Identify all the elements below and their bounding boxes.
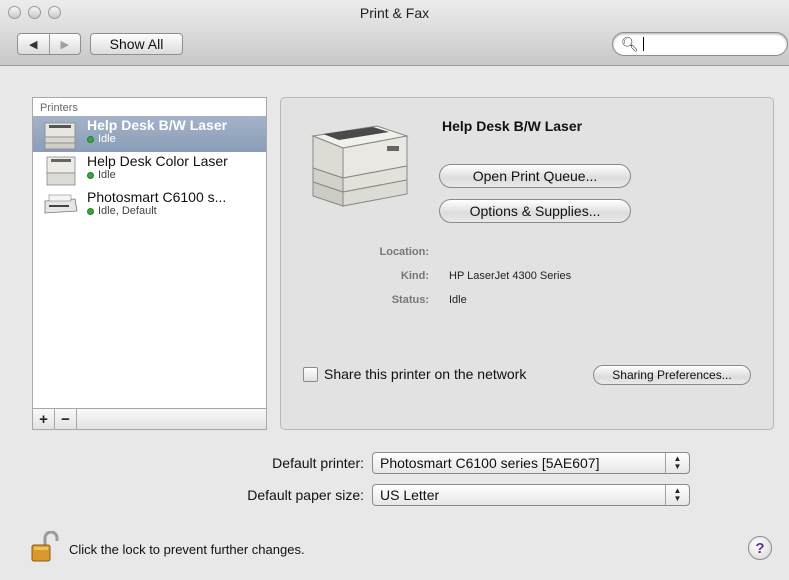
- printer-status-text: Idle: [98, 133, 116, 145]
- laser-printer-icon: [41, 117, 81, 151]
- printer-status: Idle, Default: [87, 205, 226, 218]
- status-dot-icon: [87, 172, 94, 179]
- printer-name: Photosmart C6100 s...: [87, 189, 227, 205]
- show-all-button[interactable]: Show All: [90, 33, 183, 55]
- printer-list-item[interactable]: Help Desk Color Laser Idle: [33, 152, 266, 188]
- default-printer-select[interactable]: Photosmart C6100 series [5AE607] ▲ ▼: [372, 452, 690, 474]
- kind-label: Kind:: [400, 270, 429, 282]
- popup-arrows-icon: ▲ ▼: [665, 453, 689, 473]
- search-icon: 🔍︎: [621, 35, 639, 52]
- inkjet-printer-icon: [41, 189, 81, 223]
- remove-printer-button[interactable]: −: [55, 409, 77, 429]
- printer-status-text: Idle, Default: [98, 205, 157, 217]
- back-button[interactable]: ◀: [18, 34, 50, 54]
- toolbar: Print & Fax ◀ ▶ Show All 🔍︎: [0, 0, 789, 66]
- status-dot-icon: [87, 208, 94, 215]
- open-print-queue-button[interactable]: Open Print Queue...: [439, 164, 631, 188]
- printer-status: Idle: [87, 169, 228, 182]
- default-paper-label: Default paper size:: [247, 487, 364, 503]
- default-printer-row: Default printer: Photosmart C6100 series…: [24, 452, 690, 474]
- printer-status: Idle: [87, 133, 227, 146]
- printer-list-toolbar: + −: [33, 408, 266, 429]
- selected-printer-name: Help Desk B/W Laser: [442, 118, 583, 134]
- printer-name: Help Desk Color Laser: [87, 153, 228, 169]
- share-printer-checkbox[interactable]: [303, 366, 318, 382]
- printer-detail-panel: Help Desk B/W Laser Open Print Queue... …: [280, 97, 774, 430]
- printer-list-header: Printers: [40, 102, 78, 114]
- printer-list-item[interactable]: Photosmart C6100 s... Idle, Default: [33, 188, 266, 224]
- printer-list-item[interactable]: Help Desk B/W Laser Idle: [33, 116, 266, 152]
- location-label: Location:: [379, 246, 430, 258]
- laser-printer-image: [303, 114, 415, 214]
- text-caret: [642, 37, 644, 51]
- default-paper-value: US Letter: [380, 487, 440, 503]
- status-label: Status:: [391, 294, 429, 306]
- search-field[interactable]: 🔍︎: [612, 32, 788, 56]
- lock-message: Click the lock to prevent further change…: [69, 542, 305, 557]
- lock-icon[interactable]: [30, 530, 60, 563]
- default-printer-value: Photosmart C6100 series [5AE607]: [380, 455, 600, 471]
- default-paper-row: Default paper size: US Letter ▲ ▼: [24, 484, 690, 506]
- laser-printer-icon: [41, 153, 81, 187]
- printer-status-text: Idle: [98, 169, 116, 181]
- printer-list[interactable]: Printers Help Desk B/W Laser Idle Help D…: [32, 97, 267, 430]
- status-dot-icon: [87, 136, 94, 143]
- printer-name: Help Desk B/W Laser: [87, 117, 228, 133]
- add-printer-button[interactable]: +: [33, 409, 55, 429]
- popup-arrows-icon: ▲ ▼: [665, 485, 689, 505]
- default-printer-label: Default printer:: [272, 455, 364, 471]
- print-fax-window: Print & Fax ◀ ▶ Show All 🔍︎ Printers Hel…: [0, 0, 789, 580]
- forward-button[interactable]: ▶: [50, 34, 81, 54]
- default-paper-select[interactable]: US Letter ▲ ▼: [372, 484, 690, 506]
- back-forward-control: ◀ ▶: [17, 33, 81, 55]
- window-title: Print & Fax: [359, 5, 430, 21]
- kind-value: HP LaserJet 4300 Series: [449, 270, 572, 282]
- help-button[interactable]: ?: [748, 536, 772, 560]
- status-value: Idle: [449, 294, 467, 306]
- options-supplies-button[interactable]: Options & Supplies...: [439, 199, 631, 223]
- share-printer-option[interactable]: Share this printer on the network: [303, 366, 526, 382]
- sharing-preferences-button[interactable]: Sharing Preferences...: [593, 365, 751, 385]
- share-printer-label[interactable]: Share this printer on the network: [324, 366, 526, 382]
